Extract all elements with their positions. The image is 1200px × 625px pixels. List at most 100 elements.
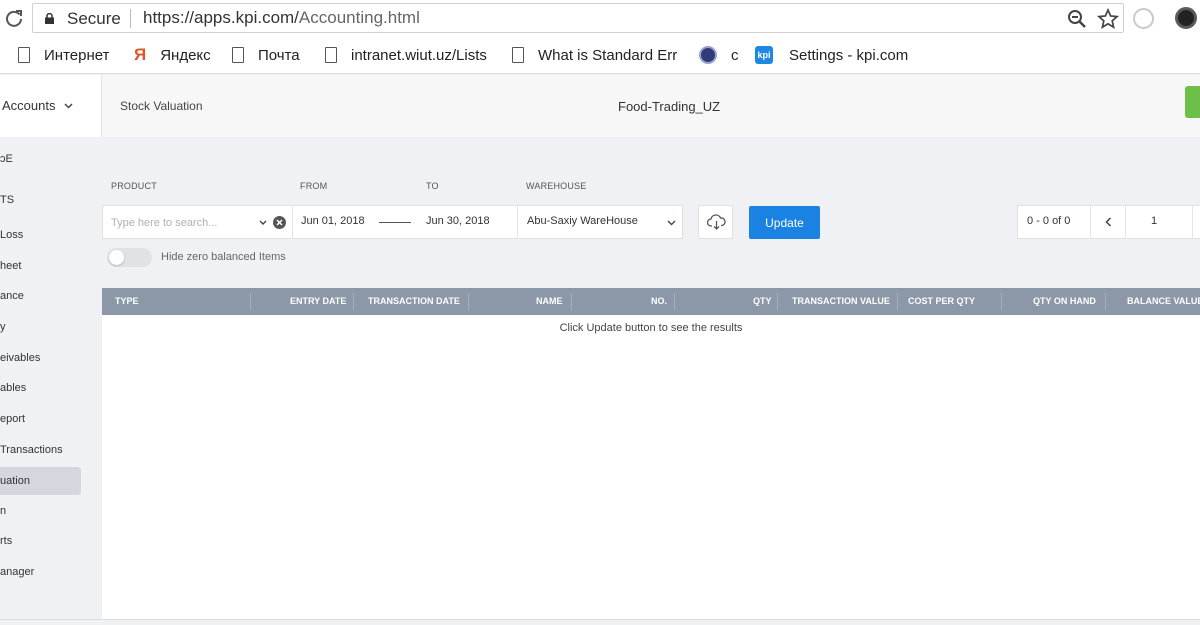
- add-button[interactable]: [1185, 86, 1200, 118]
- chevron-down-icon[interactable]: [667, 220, 676, 226]
- column-separator: [1001, 293, 1002, 310]
- sidebar-item-label: anager: [0, 566, 35, 578]
- company-name: Food-Trading_UZ: [618, 99, 721, 114]
- page-title: Stock Valuation: [120, 99, 203, 113]
- sidebar-item[interactable]: anager: [0, 558, 34, 586]
- column-separator: [353, 293, 354, 310]
- sidebar-item[interactable]: y: [0, 313, 6, 341]
- bookmarks-bar: Интернет Я Яндекс Почта intranet.wiut.uz…: [0, 36, 1200, 74]
- column-header[interactable]: QTY ON HAND: [1033, 288, 1096, 315]
- next-page-button[interactable]: [1192, 206, 1200, 238]
- secure-label: Secure: [67, 9, 121, 28]
- bookmark-item[interactable]: c: [699, 36, 739, 74]
- column-separator: [250, 293, 251, 310]
- document-icon: [232, 47, 244, 63]
- chevron-left-icon: [1105, 217, 1112, 227]
- sidebar-item-label: ance: [0, 290, 24, 302]
- page-number-input[interactable]: 1: [1151, 215, 1157, 227]
- column-header[interactable]: QTY: [753, 288, 772, 315]
- column-header[interactable]: ENTRY DATE: [290, 288, 346, 315]
- warehouse-filter-label: WAREHOUSE: [526, 181, 587, 191]
- hide-zero-toggle[interactable]: [107, 248, 152, 267]
- bookmark-item[interactable]: Интернет: [18, 36, 109, 74]
- bottom-bar: [0, 619, 1200, 625]
- sidebar-item-label: ɔE: [0, 153, 13, 165]
- url-text[interactable]: https://apps.kpi.com/Accounting.html: [143, 8, 420, 28]
- sidebar-item[interactable]: heet: [0, 252, 21, 280]
- url-bar[interactable]: Secure https://apps.kpi.com/Accounting.h…: [32, 3, 1124, 33]
- empty-state-message: Click Update button to see the results: [559, 322, 743, 334]
- sidebar-item[interactable]: TS: [0, 186, 14, 214]
- bookmark-label: Почта: [258, 46, 300, 64]
- url-host: https://apps.kpi.com/: [143, 8, 299, 27]
- column-header[interactable]: TRANSACTION VALUE: [792, 288, 890, 315]
- bookmark-item[interactable]: intranet.wiut.uz/Lists: [325, 36, 493, 74]
- bookmark-item[interactable]: What is Standard Err: [512, 36, 680, 74]
- sidebar-item[interactable]: eport: [0, 405, 25, 433]
- column-separator: [897, 293, 898, 310]
- column-header[interactable]: TRANSACTION DATE: [368, 288, 460, 315]
- column-separator: [571, 293, 572, 310]
- column-separator: [777, 293, 778, 310]
- product-search-input[interactable]: [111, 214, 256, 232]
- sidebar-item[interactable]: n: [0, 497, 6, 525]
- sidebar-item-label: n: [0, 505, 7, 517]
- warehouse-select[interactable]: Abu-Saxiy WareHouse: [527, 215, 638, 227]
- bookmark-item[interactable]: Я Яндекс: [134, 36, 211, 74]
- profile-avatar-icon[interactable]: [1175, 7, 1197, 29]
- extension-icon[interactable]: [1133, 8, 1154, 29]
- column-header[interactable]: NO.: [651, 288, 667, 315]
- clear-icon[interactable]: [273, 216, 286, 229]
- chevron-down-icon[interactable]: [259, 220, 267, 225]
- previous-page-button[interactable]: [1090, 206, 1126, 238]
- sidebar-item-label: y: [0, 321, 6, 333]
- url-path: Accounting.html: [298, 8, 420, 27]
- column-header[interactable]: COST PER QTY: [908, 288, 975, 315]
- pagination-count: 0 - 0 of 0: [1027, 215, 1071, 227]
- browser-address-bar: Secure https://apps.kpi.com/Accounting.h…: [0, 0, 1200, 36]
- bookmark-label: Яндекс: [160, 46, 211, 64]
- sidebar-item-label: rts: [0, 535, 13, 547]
- chevron-down-icon: [64, 103, 73, 109]
- filter-divider: [292, 206, 293, 238]
- sidebar-item[interactable]: Transactions: [0, 436, 63, 464]
- bookmark-label: What is Standard Err: [538, 46, 678, 64]
- update-button[interactable]: Update: [749, 206, 820, 239]
- table-body: Click Update button to see the results: [102, 315, 1200, 619]
- sidebar-item[interactable]: Loss: [0, 221, 23, 249]
- sidebar-item[interactable]: ɔE: [0, 145, 13, 173]
- accounts-label: Accounts: [2, 98, 56, 113]
- document-icon: [325, 47, 337, 63]
- sidebar-item[interactable]: ables: [0, 374, 26, 402]
- sidebar-item[interactable]: rts: [0, 527, 12, 555]
- column-header[interactable]: BALANCE VALUE: [1127, 288, 1200, 315]
- bookmark-label: Settings - kpi.com: [789, 46, 909, 64]
- sidebar-item-label: eivables: [0, 352, 41, 364]
- filter-divider: [517, 206, 518, 238]
- sidebar-item-stock-valuation[interactable]: uation: [0, 467, 81, 495]
- column-header[interactable]: TYPE: [115, 288, 139, 315]
- sidebar-item[interactable]: eivables: [0, 344, 40, 372]
- bookmark-item[interactable]: kpi Settings - kpi.com: [755, 36, 908, 74]
- bookmark-item[interactable]: Почта: [232, 36, 300, 74]
- column-header[interactable]: NAME: [536, 288, 563, 315]
- accounts-selector[interactable]: Accounts: [0, 75, 102, 137]
- document-icon: [18, 47, 30, 63]
- cloud-download-icon: [707, 214, 726, 230]
- bookmark-label: intranet.wiut.uz/Lists: [351, 46, 487, 64]
- hide-zero-label: Hide zero balanced Items: [161, 251, 286, 263]
- reload-icon[interactable]: [4, 8, 24, 28]
- bookmark-star-icon[interactable]: [1097, 8, 1119, 30]
- sidebar-item[interactable]: ance: [0, 282, 24, 310]
- date-range-dash: [379, 222, 411, 223]
- column-separator: [468, 293, 469, 310]
- zoom-icon[interactable]: [1067, 9, 1087, 29]
- sidebar-item-label: ables: [0, 382, 27, 394]
- download-button[interactable]: [698, 205, 733, 239]
- kpi-icon: kpi: [755, 46, 773, 64]
- column-separator: [674, 293, 675, 310]
- from-date-input[interactable]: Jun 01, 2018: [301, 215, 365, 227]
- to-date-input[interactable]: Jun 30, 2018: [426, 215, 490, 227]
- table-header: TYPE ENTRY DATE TRANSACTION DATE NAME NO…: [102, 288, 1200, 315]
- app-header: Accounts Stock Valuation Food-Trading_UZ: [0, 75, 1200, 137]
